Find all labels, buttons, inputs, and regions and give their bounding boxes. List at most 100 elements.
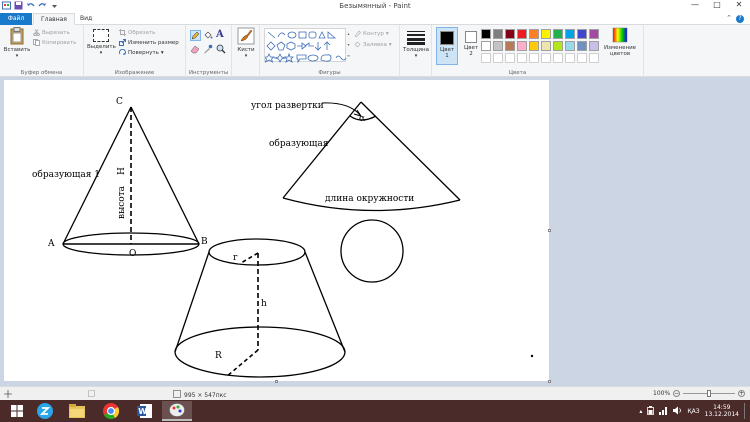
color-swatch[interactable] <box>589 53 599 63</box>
magnifier-tool[interactable] <box>216 44 227 55</box>
outline-button[interactable]: Контур ▾ <box>354 30 389 38</box>
taskbar-app-word[interactable]: W <box>130 401 160 421</box>
label-development-generatrix: образующая <box>269 138 329 149</box>
collapse-ribbon-icon[interactable]: ⌃ <box>726 14 732 22</box>
color-swatch[interactable] <box>505 29 515 39</box>
fill-tool[interactable] <box>203 30 214 41</box>
paste-button[interactable]: Вставить ▾ <box>3 27 31 59</box>
color-swatch[interactable] <box>481 53 491 63</box>
zoom-out-button[interactable]: − <box>673 390 681 397</box>
crop-button[interactable]: Обрезать <box>119 29 155 36</box>
color-swatch[interactable] <box>565 53 575 63</box>
tab-file[interactable]: Файл <box>0 13 32 25</box>
label-height-word: высота <box>117 185 127 219</box>
color-swatch[interactable] <box>577 41 587 51</box>
taskbar-app-chrome[interactable] <box>96 401 126 421</box>
size-button[interactable]: Толщина ▾ <box>402 29 430 59</box>
zoom-slider-thumb[interactable] <box>707 390 712 397</box>
rotate-icon <box>119 48 126 56</box>
pencil-tool[interactable] <box>190 30 201 41</box>
color-swatch[interactable] <box>517 29 527 39</box>
color-swatch[interactable] <box>553 29 563 39</box>
color-swatch[interactable] <box>529 29 539 39</box>
brushes-button[interactable]: Кисти ▾ <box>233 27 259 59</box>
canvas-size-readout: 995 × 547пкс <box>173 390 227 400</box>
shapes-scroll[interactable]: ▴ ▾ ≡ <box>346 28 351 62</box>
edit-colors-button[interactable]: Изменение цветов <box>600 27 640 57</box>
color-swatch[interactable] <box>589 29 599 39</box>
rotate-button[interactable]: Повернуть ▾ <box>119 48 164 56</box>
color-swatch[interactable] <box>493 41 503 51</box>
color1-button[interactable]: Цвет 1 <box>436 27 458 65</box>
color-swatch[interactable] <box>541 53 551 63</box>
color-swatch[interactable] <box>565 29 575 39</box>
color-swatch[interactable] <box>529 53 539 63</box>
fill-button[interactable]: Заливка ▾ <box>354 41 392 48</box>
color-swatch[interactable] <box>493 53 503 63</box>
color-swatch[interactable] <box>577 53 587 63</box>
clock[interactable]: 14:59 13.12.2014 <box>705 404 739 418</box>
size-group: Толщина ▾ <box>400 25 432 77</box>
color2-button[interactable]: Цвет 2 <box>460 27 482 65</box>
shapes-gallery[interactable] <box>262 28 347 64</box>
battery-icon[interactable] <box>647 405 655 417</box>
eraser-tool[interactable] <box>190 44 201 55</box>
zoom-in-button[interactable]: + <box>738 390 746 397</box>
tab-home[interactable]: Главная <box>33 13 75 25</box>
canvas-resize-handle-corner[interactable] <box>548 380 551 383</box>
resize-button[interactable]: Изменить размер <box>119 39 179 46</box>
color-swatch[interactable] <box>505 53 515 63</box>
text-tool[interactable]: A <box>216 29 227 40</box>
maximize-button[interactable]: □ <box>706 0 728 11</box>
volume-icon[interactable] <box>673 406 682 417</box>
color-swatch[interactable] <box>529 41 539 51</box>
color-swatch[interactable] <box>481 29 491 39</box>
color-picker-tool[interactable] <box>203 44 214 55</box>
taskbar-app-zona[interactable] <box>30 401 60 421</box>
status-bar: 995 × 547пкс 100% − + <box>0 386 750 400</box>
fill-bucket-icon <box>354 41 361 48</box>
ribbon-tabs: Файл Главная Вид ? ⌃ <box>0 13 750 25</box>
color-swatch[interactable] <box>505 41 515 51</box>
color-swatch[interactable] <box>553 53 563 63</box>
taskbar-app-explorer[interactable] <box>62 401 92 421</box>
color-wheel-icon <box>612 27 628 43</box>
select-button[interactable]: Выделить ▾ <box>87 29 116 56</box>
show-desktop-button[interactable] <box>744 403 747 419</box>
outline-icon <box>354 30 361 38</box>
canvas-resize-handle-bottom[interactable] <box>275 380 278 383</box>
color-swatch[interactable] <box>493 29 503 39</box>
size-dropdown-icon: ▾ <box>414 53 418 59</box>
minimize-button[interactable]: — <box>684 0 706 11</box>
zoom-controls: 100% − + <box>653 390 746 397</box>
taskbar: W ▴ ҚАЗ 14:59 13.12.2014 <box>0 400 750 422</box>
color1-label: Цвет 1 <box>440 47 455 59</box>
color-swatch[interactable] <box>481 41 491 51</box>
color-palette <box>481 29 599 63</box>
canvas-resize-handle-right[interactable] <box>548 229 551 232</box>
color-swatch[interactable] <box>541 41 551 51</box>
color-swatch[interactable] <box>517 41 527 51</box>
folder-icon <box>69 404 85 418</box>
help-icon[interactable]: ? <box>736 15 744 23</box>
cut-button[interactable]: Вырезать <box>33 29 70 37</box>
tab-view[interactable]: Вид <box>73 13 99 25</box>
eraser-icon <box>190 45 200 54</box>
chrome-icon <box>103 403 119 419</box>
color-swatch[interactable] <box>565 41 575 51</box>
taskbar-app-paint[interactable] <box>162 401 192 421</box>
color-swatch[interactable] <box>517 53 527 63</box>
color-swatch[interactable] <box>541 29 551 39</box>
close-button[interactable]: ✕ <box>728 0 750 11</box>
copy-button[interactable]: Копировать <box>33 39 76 46</box>
clock-date: 13.12.2014 <box>704 411 739 418</box>
color-swatch[interactable] <box>577 29 587 39</box>
tray-arrow-icon[interactable]: ▴ <box>639 408 642 415</box>
color-swatch[interactable] <box>553 41 563 51</box>
start-button[interactable] <box>2 401 32 421</box>
zoom-slider[interactable] <box>683 390 736 397</box>
drawing-canvas[interactable]: C A B O образующая 1 Н высота угол разве… <box>4 80 549 381</box>
color-swatch[interactable] <box>589 41 599 51</box>
input-language[interactable]: ҚАЗ <box>687 408 699 415</box>
network-icon[interactable] <box>659 406 668 417</box>
